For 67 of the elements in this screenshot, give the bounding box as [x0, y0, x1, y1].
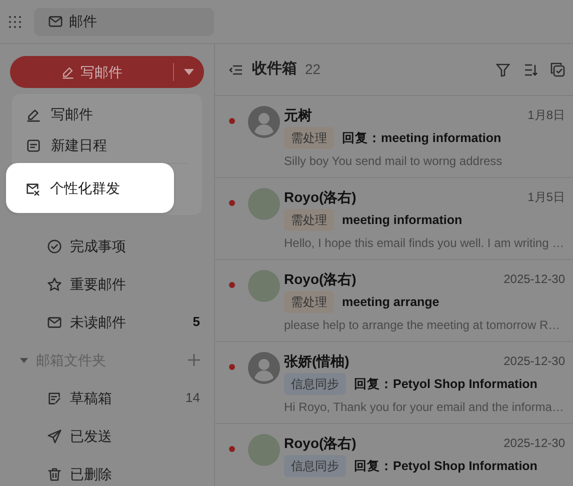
- item-count: 5: [192, 313, 200, 332]
- mail-tag: 需处理: [284, 209, 334, 231]
- mail-subject: meeting information: [342, 212, 462, 229]
- sidebar-item[interactable]: 草稿箱 14: [0, 379, 214, 417]
- mail-preview: Hello, I hope this email finds you well. I am writing …: [284, 235, 565, 252]
- mail-icon: [47, 314, 62, 330]
- menu-item[interactable]: 个性化群发: [6, 163, 174, 213]
- mail-subject: 回复：Petyol Shop Information: [354, 458, 538, 475]
- sender-name: 张娇(惜柚): [284, 352, 350, 371]
- mail-preview: Hi Royo, Thank you for your email and the informa…: [284, 399, 565, 416]
- sender-name: 元树: [284, 106, 313, 124]
- mail-date: 2025-12-30: [504, 271, 565, 288]
- multi-select-icon[interactable]: [550, 62, 565, 77]
- mail-subject: meeting arrange: [342, 294, 440, 311]
- default-avatar-icon: [248, 352, 280, 384]
- mail-date: 1月5日: [528, 189, 565, 206]
- check-circle-icon: [47, 238, 62, 254]
- compose-button[interactable]: 写邮件: [10, 56, 204, 88]
- message-count: 22: [305, 60, 322, 79]
- pen-icon: [26, 107, 41, 122]
- avatar-photo-placeholder: [248, 188, 280, 220]
- mail-item[interactable]: Royo(洛右) 1月5日 需处理 meeting information Hello, I hope this email finds you well. I am writing …: [215, 178, 573, 260]
- mail-icon: [48, 14, 63, 29]
- mail-item[interactable]: Royo(洛右) 2025-12-30 需处理 meeting arrange please help to arrange the meeting at tomorrow R…: [215, 260, 573, 342]
- calendar-icon: [26, 138, 41, 153]
- sidebar-item[interactable]: 已发送: [0, 417, 214, 455]
- sidebar-item[interactable]: 已删除: [0, 455, 214, 486]
- app-grid-icon[interactable]: [9, 16, 21, 28]
- pen-icon: [60, 65, 74, 79]
- item-count: 14: [186, 389, 200, 408]
- default-avatar-icon: [248, 106, 280, 138]
- mail-item[interactable]: Royo(洛右) 2025-12-30 信息同步 回复：Petyol Shop Information: [215, 424, 573, 486]
- filter-icon[interactable]: [496, 62, 510, 76]
- mail-item[interactable]: 元树 1月8日 需处理 回复：meeting information Silly boy You send mail to worng address: [215, 96, 573, 178]
- folder-title: 收件箱: [252, 59, 297, 80]
- mail-subject: 回复：Petyol Shop Information: [354, 376, 538, 393]
- menu-item[interactable]: 写邮件: [12, 99, 202, 130]
- star-icon: [47, 276, 62, 292]
- mail-tag: 需处理: [284, 127, 334, 149]
- mail-date: 2025-12-30: [504, 435, 565, 452]
- mail-tag: 信息同步: [284, 373, 346, 395]
- sidebar-item[interactable]: 完成事项: [0, 227, 214, 265]
- mail-subject: 回复：meeting information: [342, 130, 502, 147]
- caret-down-icon[interactable]: [184, 69, 194, 75]
- mail-tab[interactable]: 邮件: [34, 8, 214, 36]
- mail-tag: 需处理: [284, 291, 334, 313]
- sort-icon[interactable]: [524, 62, 538, 76]
- avatar-photo-placeholder: [248, 434, 280, 466]
- draft-icon: [47, 390, 62, 406]
- mail-preview: Silly boy You send mail to worng address: [284, 153, 504, 170]
- sender-name: Royo(洛右): [284, 188, 358, 207]
- menu-item[interactable]: 新建日程: [12, 130, 202, 161]
- mail-group-icon: [25, 180, 40, 196]
- sidebar-item[interactable]: 未读邮件 5: [0, 303, 214, 341]
- caret-down-icon[interactable]: [20, 358, 28, 362]
- collapse-list-icon[interactable]: [229, 64, 242, 74]
- mail-date: 2025-12-30: [504, 353, 565, 370]
- avatar-photo-placeholder: [248, 270, 280, 302]
- sender-name: Royo(洛右): [284, 270, 358, 289]
- paper-plane-icon: [47, 428, 62, 444]
- sender-name: Royo(洛右): [284, 434, 358, 453]
- mail-date: 1月8日: [528, 107, 565, 124]
- trash-icon: [47, 466, 62, 482]
- mail-preview: please help to arrange the meeting at tomorrow R…: [284, 317, 562, 334]
- mail-tag: 信息同步: [284, 455, 346, 477]
- sidebar-item[interactable]: 重要邮件: [0, 265, 214, 303]
- mail-item[interactable]: 张娇(惜柚) 2025-12-30 信息同步 回复：Petyol Shop Information Hi Royo, Thank you for your email and the informa…: [215, 342, 573, 424]
